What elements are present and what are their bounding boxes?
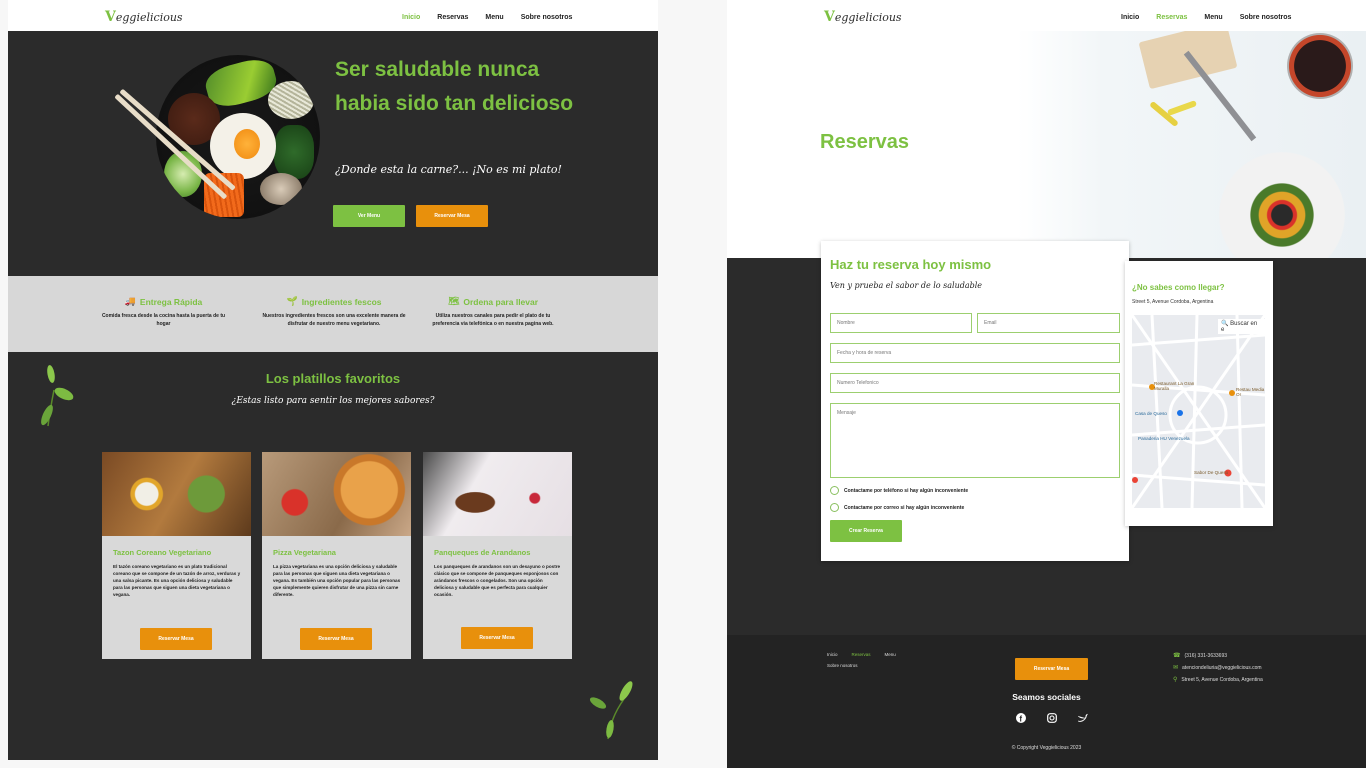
logo[interactable]: Veggielicious (105, 9, 183, 25)
map-card: ¿No sabes como llegar? Street 5, Avenue … (1125, 261, 1273, 526)
location-pin-icon: ⚲ (1173, 677, 1178, 683)
bibimbap-bowl-image (156, 55, 320, 219)
leaf-decoration-icon (589, 681, 633, 740)
pancakes-image (423, 452, 572, 536)
footer: Inicio Reservas Menu Sobre nosotros Rese… (727, 635, 1366, 768)
message-field[interactable]: Mensaje (830, 403, 1120, 478)
features-strip: 🚚 Entrega Rápida Comida fresca desde la c… (8, 276, 658, 352)
map-label: Casa de Queso (1135, 411, 1167, 416)
email-field[interactable]: Email (977, 313, 1120, 333)
nav-sobre-nosotros[interactable]: Sobre nosotros (521, 14, 573, 21)
footer-link-sobre-nosotros[interactable]: Sobre nosotros (827, 663, 858, 668)
contact-phone-option[interactable]: Contactame por teléfono si hay algún inc… (830, 486, 968, 495)
footer-links: Inicio Reservas Menu (827, 652, 896, 657)
nav-menu[interactable]: Menu (1204, 14, 1222, 21)
radio-button[interactable] (830, 486, 839, 495)
truck-icon: 🚚 (124, 296, 136, 306)
food-table-photo (1017, 31, 1366, 258)
nav-links: Inicio Reservas Menu Sobre nosotros (402, 14, 572, 21)
contact-email-option[interactable]: Contactame por correo si hay algún incon… (830, 503, 964, 512)
logo[interactable]: Veggielicious (824, 9, 902, 25)
hero-title: Ser saludable nunca habia sido tan delic… (335, 58, 574, 115)
mail-icon: ✉ (1173, 665, 1179, 671)
dish-description: El tazón coreano vegetariano es un plato… (113, 564, 241, 597)
form-subtitle: Ven y prueba el sabor de lo saludable (830, 281, 983, 290)
instagram-icon[interactable] (1046, 712, 1057, 723)
facebook-icon[interactable]: f (1015, 712, 1026, 723)
sprout-icon: 🌱 (286, 296, 298, 306)
radio-button[interactable] (830, 503, 839, 512)
footer-address: ⚲ Street 5, Avenue Cordoba, Argentina (1173, 676, 1263, 684)
footer-phone: ☎ (316) 331-3633693 (1173, 652, 1228, 660)
phone-icon: ☎ (1173, 653, 1181, 659)
reservar-mesa-button[interactable]: Reservar Mesa (300, 628, 372, 650)
feature-takeout: 🗺 Ordena para llevar Utiliza nuestros can… (432, 296, 554, 327)
footer-link-reservas[interactable]: Reservas (852, 652, 871, 657)
dish-title: Tazon Coreano Vegetariano (113, 548, 212, 557)
footer-link-inicio[interactable]: Inicio (827, 652, 838, 657)
copyright: © Copyright Veggielicious 2023 (1011, 745, 1082, 751)
map-label: Sabor De Queso (1194, 470, 1229, 475)
dish-title: Panqueques de Arandanos (434, 548, 531, 557)
reservar-mesa-button[interactable]: Reservar Mesa (416, 205, 488, 227)
dish-card: Tazon Coreano Vegetariano El tazón corea… (102, 452, 251, 659)
form-title: Haz tu reserva hoy mismo (830, 257, 992, 272)
nav-menu[interactable]: Menu (485, 14, 503, 21)
homepage-screenshot: Veggielicious Inicio Reservas Menu Sobre… (8, 0, 658, 760)
twitter-icon[interactable] (1077, 712, 1088, 723)
feature-fast-delivery: 🚚 Entrega Rápida Comida fresca desde la c… (101, 296, 226, 327)
social-icons: f (1015, 712, 1088, 723)
feature-fresh-ingredients: 🌱 Ingredientes fescos Nuestros ingredient… (262, 296, 406, 327)
reservar-mesa-button[interactable]: Reservar Mesa (140, 628, 212, 650)
footer-link-menu[interactable]: Menu (885, 652, 896, 657)
svg-text:f: f (1019, 714, 1022, 723)
map-title: ¿No sabes como llegar? (1132, 283, 1225, 292)
reservations-screenshot: Veggielicious Inicio Reservas Menu Sobre… (727, 0, 1366, 768)
favorites-title: Los platillos favoritos (265, 371, 401, 386)
top-nav: Veggielicious Inicio Reservas Menu Sobre… (8, 0, 658, 31)
footer-email: ✉ atenciondeliuria@veggielicious.com (1173, 664, 1262, 672)
map-label: Panaderia HU Venezuela (1138, 436, 1190, 441)
name-field[interactable]: Nombre (830, 313, 972, 333)
map-icon: 🗺 (447, 296, 460, 306)
date-field[interactable]: Fecha y hora de reserva (830, 343, 1120, 363)
nav-reservas[interactable]: Reservas (1156, 14, 1187, 21)
page-title: Reservas (820, 131, 909, 153)
ver-menu-button[interactable]: Ver Menu (333, 205, 405, 227)
reservation-form: Haz tu reserva hoy mismo Ven y prueba el… (821, 241, 1129, 561)
dish-card: Panqueques de Arandanos Los panqueques d… (423, 452, 572, 659)
favorites-subtitle: ¿Estas listo para sentir los mejores sab… (231, 396, 435, 406)
reservas-hero: Reservas (727, 31, 1366, 258)
nav-sobre-nosotros[interactable]: Sobre nosotros (1240, 14, 1292, 21)
hero-subtitle: ¿Donde esta la carne?... ¡No es mi plato… (335, 163, 562, 176)
social-title: Seamos sociales (1012, 692, 1081, 702)
korean-bowl-image (102, 452, 251, 536)
hero-section: Ser saludable nunca habia sido tan delic… (8, 31, 658, 276)
nav-links: Inicio Reservas Menu Sobre nosotros (1121, 14, 1291, 21)
nav-inicio[interactable]: Inicio (402, 14, 420, 21)
dish-description: La pizza vegetariana es una opción delic… (273, 564, 401, 597)
nav-reservas[interactable]: Reservas (437, 14, 468, 21)
footer-reservar-mesa-button[interactable]: Reservar Mesa (1015, 658, 1088, 680)
top-nav: Veggielicious Inicio Reservas Menu Sobre… (727, 0, 1366, 31)
map-search[interactable]: 🔍 Buscar en e (1218, 319, 1265, 334)
dish-title: Pizza Vegetariana (273, 548, 336, 557)
dish-card: Pizza Vegetariana La pizza vegetariana e… (262, 452, 411, 659)
reservar-mesa-button[interactable]: Reservar Mesa (461, 627, 533, 649)
dish-description: Los panqueques de arandanos son un desay… (434, 564, 561, 597)
map-label: Restaurant La Gran Muralla (1154, 381, 1195, 391)
map-address: Street 5, Avenue Cordoba, Argentina (1132, 299, 1214, 305)
nav-inicio[interactable]: Inicio (1121, 14, 1139, 21)
phone-field[interactable]: Numero Telefonico (830, 373, 1120, 393)
crear-reserva-button[interactable]: Crear Reserva (830, 520, 902, 542)
map-label: Restau Media Or (1236, 387, 1265, 397)
favorites-section: Los platillos favoritos ¿Estas listo par… (8, 352, 658, 760)
google-map[interactable]: 🔍 Buscar en e Restaurant La Gran Muralla… (1132, 315, 1265, 508)
pizza-image (262, 452, 411, 536)
